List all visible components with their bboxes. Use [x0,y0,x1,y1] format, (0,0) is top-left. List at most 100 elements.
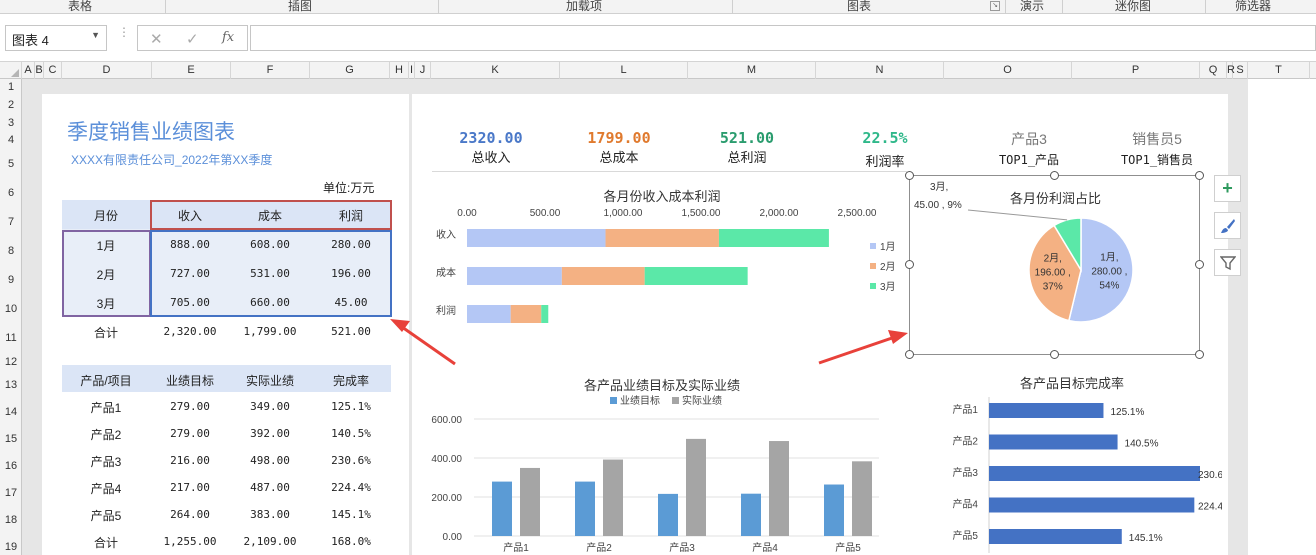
name-box[interactable]: 图表 4 ▼ [5,25,107,51]
row-header[interactable]: 5 [0,158,22,170]
row-header[interactable]: 18 [0,514,22,526]
row-header[interactable]: 3 [0,117,22,129]
ribbon-group-illustrations[interactable]: 插图 [288,0,312,14]
worksheet-grid[interactable]: 季度销售业绩图表 XXXX有限责任公司_2022年第XX季度 单位:万元 月份 … [22,79,1316,555]
column-header-k[interactable]: K [431,62,560,79]
empty-cells-column-t[interactable] [1248,79,1316,555]
ribbon-group-addins[interactable]: 加载项 [566,0,602,14]
row-header[interactable]: 8 [0,245,22,257]
column-header-n[interactable]: N [816,62,944,79]
insert-function-button[interactable]: fx [222,30,234,45]
column-header-e[interactable]: E [152,62,231,79]
table2-cell[interactable]: 125.1% [310,400,392,413]
column-header-a[interactable]: A [22,62,35,79]
resize-handle[interactable] [905,260,914,269]
table1-cell[interactable]: 2月 [62,266,150,283]
table1-header-month[interactable]: 月份 [62,207,150,224]
table2-cell[interactable]: 217.00 [150,481,230,494]
table1-cell[interactable]: 608.00 [230,238,310,251]
table2-total[interactable]: 168.0% [310,535,392,548]
table2-cell[interactable]: 279.00 [150,427,230,440]
table2-total-label[interactable]: 合计 [62,534,150,551]
dialog-launcher-icon[interactable]: ↘ [990,1,1000,11]
ribbon-group-charts[interactable]: 图表 [847,0,871,14]
column-header-s[interactable]: S [1233,62,1248,79]
column-header-c[interactable]: C [44,62,62,79]
table1-total-label[interactable]: 合计 [62,324,150,341]
table1-header-income[interactable]: 收入 [150,207,230,224]
row-header[interactable]: 14 [0,406,22,418]
table1-cell[interactable]: 280.00 [310,238,392,251]
chart-elements-button[interactable]: + [1214,175,1241,202]
resize-handle[interactable] [1195,260,1204,269]
column-header-q[interactable]: Q [1200,62,1227,79]
row-header[interactable]: 1 [0,81,22,93]
table1-cell[interactable]: 196.00 [310,267,392,280]
chart-product-target-vs-actual[interactable]: 各产品业绩目标及实际业绩 业绩目标 实际业绩 0.00 200.00 400.00 600… [412,369,882,555]
column-header-t[interactable]: T [1248,62,1310,79]
table1-cell[interactable]: 531.00 [230,267,310,280]
ribbon-group-tours[interactable]: 演示 [1020,0,1044,14]
table1-total[interactable]: 1,799.00 [230,325,310,338]
table2-cell[interactable]: 产品4 [62,480,150,497]
table2-total[interactable]: 1,255.00 [150,535,230,548]
resize-handle[interactable] [905,171,914,180]
chart-product-completion-rate[interactable]: 各产品目标完成率 产品1125.1%产品2140.5%产品3230.6%产品42… [892,369,1222,555]
ribbon-group-tables[interactable]: 表格 [68,0,92,14]
table1-header-cost[interactable]: 成本 [230,207,310,224]
row-header[interactable]: 9 [0,274,22,286]
column-header-p[interactable]: P [1072,62,1200,79]
table2-cell[interactable]: 264.00 [150,508,230,521]
row-header[interactable]: 4 [0,134,22,146]
table2-cell[interactable]: 产品5 [62,507,150,524]
chart-monthly-profit-share[interactable]: 各月份利润占比 1月, 280.00 , 54% 2月, 196.00 , 37% 3月, 4… [909,175,1200,355]
row-header[interactable]: 12 [0,356,22,368]
table2-cell[interactable]: 216.00 [150,454,230,467]
column-header-o[interactable]: O [944,62,1072,79]
table2-cell[interactable]: 145.1% [310,508,392,521]
table1-cell[interactable]: 3月 [62,295,150,312]
resize-handle[interactable] [905,350,914,359]
resize-handle[interactable] [1050,350,1059,359]
chart-styles-button[interactable] [1214,212,1241,239]
enter-icon[interactable]: ✓ [186,30,199,48]
table2-cell[interactable]: 产品1 [62,399,150,416]
row-header[interactable]: 13 [0,379,22,391]
table1-cell[interactable]: 1月 [62,237,150,254]
resize-handle[interactable] [1195,350,1204,359]
row-header[interactable]: 7 [0,216,22,228]
resize-handle[interactable] [1195,171,1204,180]
table1-total[interactable]: 521.00 [310,325,392,338]
table1-header-profit[interactable]: 利润 [310,207,392,224]
chart-filters-button[interactable] [1214,249,1241,276]
column-header-d[interactable]: D [62,62,152,79]
table1-cell[interactable]: 727.00 [150,267,230,280]
table2-header[interactable]: 产品/项目 [62,372,150,389]
table2-cell[interactable]: 产品3 [62,453,150,470]
table2-header[interactable]: 业绩目标 [150,372,230,389]
table2-cell[interactable]: 224.4% [310,481,392,494]
table1-cell[interactable]: 660.00 [230,296,310,309]
column-header-f[interactable]: F [231,62,310,79]
table2-cell[interactable]: 279.00 [150,400,230,413]
resize-handle[interactable] [1050,171,1059,180]
table1-total[interactable]: 2,320.00 [150,325,230,338]
chevron-down-icon[interactable]: ▼ [91,30,100,40]
table1-cell[interactable]: 705.00 [150,296,230,309]
select-all-corner[interactable] [0,62,22,79]
column-header-h[interactable]: H [390,62,409,79]
column-header-b[interactable]: B [35,62,44,79]
table2-cell[interactable]: 产品2 [62,426,150,443]
table2-header[interactable]: 实际业绩 [230,372,310,389]
table2-cell[interactable]: 392.00 [230,427,310,440]
table2-header[interactable]: 完成率 [310,372,392,389]
formula-input[interactable] [250,25,1316,51]
row-header[interactable]: 11 [0,332,22,344]
row-header[interactable]: 2 [0,99,22,111]
column-header-l[interactable]: L [560,62,688,79]
table2-cell[interactable]: 230.6% [310,454,392,467]
row-header[interactable]: 6 [0,187,22,199]
table2-total[interactable]: 2,109.00 [230,535,310,548]
table2-cell[interactable]: 487.00 [230,481,310,494]
row-header[interactable]: 16 [0,460,22,472]
